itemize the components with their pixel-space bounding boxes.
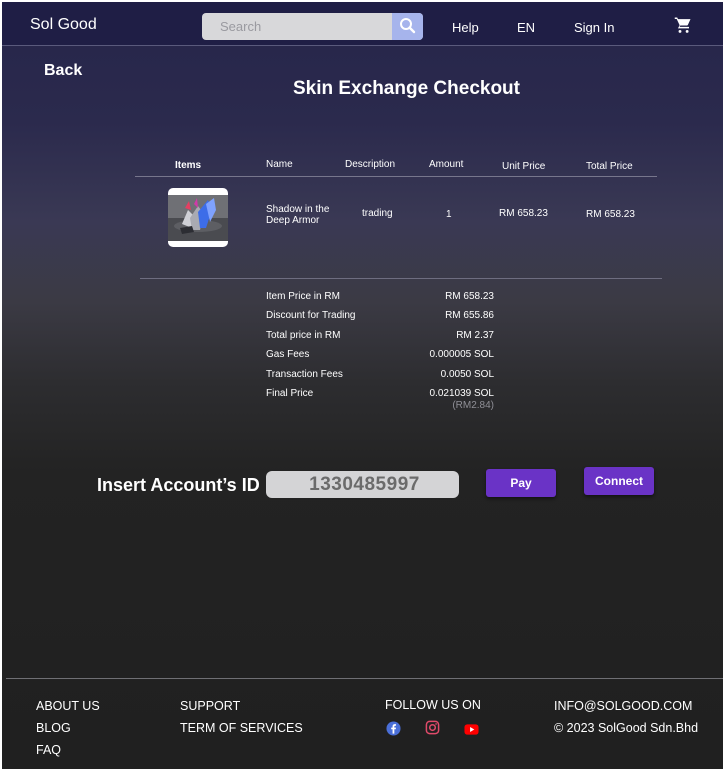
summary-label: Item Price in RM — [266, 291, 340, 302]
facebook-icon[interactable] — [386, 721, 401, 736]
summary-label: Transaction Fees — [266, 369, 343, 380]
footer-link-about[interactable]: ABOUT US — [36, 699, 100, 713]
item-description: trading — [362, 208, 393, 219]
footer-link-blog[interactable]: BLOG — [36, 721, 71, 735]
item-name-line2: Deep Armor — [266, 215, 320, 226]
summary-label: Final Price — [266, 388, 314, 399]
col-header-total-price: Total Price — [586, 161, 633, 172]
footer-divider — [6, 678, 723, 679]
col-header-amount: Amount — [429, 159, 464, 170]
table-header-divider — [135, 176, 657, 177]
brand-logo[interactable]: Sol Good — [30, 16, 97, 34]
page-title: Skin Exchange Checkout — [292, 78, 520, 99]
search-button[interactable] — [392, 13, 423, 40]
footer-copyright: © 2023 SolGood Sdn.Bhd — [554, 721, 699, 735]
summary-label: Gas Fees — [266, 349, 310, 360]
summary-value: 0.0050 SOL — [440, 369, 494, 380]
final-price-rm: (RM2.84) — [452, 400, 494, 411]
connect-button[interactable]: Connect — [584, 467, 654, 495]
summary-divider — [140, 278, 662, 279]
summary-label: Discount for Trading — [266, 310, 356, 321]
summary-value: 0.000005 SOL — [429, 349, 495, 360]
instagram-icon[interactable] — [425, 720, 440, 735]
search-input[interactable] — [202, 13, 392, 40]
footer-email[interactable]: INFO@SOLGOOD.COM — [554, 699, 692, 713]
summary-value: RM 655.86 — [445, 310, 494, 321]
footer-link-faq[interactable]: FAQ — [36, 743, 61, 757]
footer-link-support[interactable]: SUPPORT — [180, 699, 240, 713]
cart-icon[interactable] — [674, 16, 692, 34]
item-amount: 1 — [446, 209, 452, 220]
armor-image — [168, 195, 228, 241]
item-unit-price: RM 658.23 — [499, 208, 548, 219]
summary-value: RM 658.23 — [445, 291, 494, 302]
col-header-unit-price: Unit Price — [502, 161, 546, 172]
account-id-label: Insert Account’s ID — [97, 475, 260, 495]
nav-help[interactable]: Help — [452, 20, 479, 35]
item-total-price: RM 658.23 — [586, 209, 635, 220]
follow-us-label: FOLLOW US ON — [385, 698, 481, 712]
youtube-icon[interactable] — [464, 722, 479, 737]
item-thumbnail — [168, 188, 228, 247]
col-header-name: Name — [266, 159, 293, 170]
col-header-description: Description — [345, 159, 396, 170]
item-name-line1: Shadow in the — [266, 204, 330, 215]
nav-sign-in[interactable]: Sign In — [574, 20, 614, 35]
footer-link-terms[interactable]: TERM OF SERVICES — [180, 721, 303, 735]
top-navbar: Sol Good Help EN Sign In — [2, 2, 723, 46]
summary-value: RM 2.37 — [456, 330, 494, 341]
checkout-page: Sol Good Help EN Sign In Back Skin Excha… — [2, 2, 723, 769]
search-icon — [400, 18, 416, 34]
col-header-items: Items — [175, 160, 202, 171]
nav-language[interactable]: EN — [517, 20, 535, 35]
pay-button[interactable]: Pay — [486, 469, 556, 497]
account-id-input[interactable] — [266, 471, 459, 498]
summary-label: Total price in RM — [266, 330, 341, 341]
search-bar — [202, 13, 423, 40]
final-price-value: 0.021039 SOL — [429, 388, 495, 399]
